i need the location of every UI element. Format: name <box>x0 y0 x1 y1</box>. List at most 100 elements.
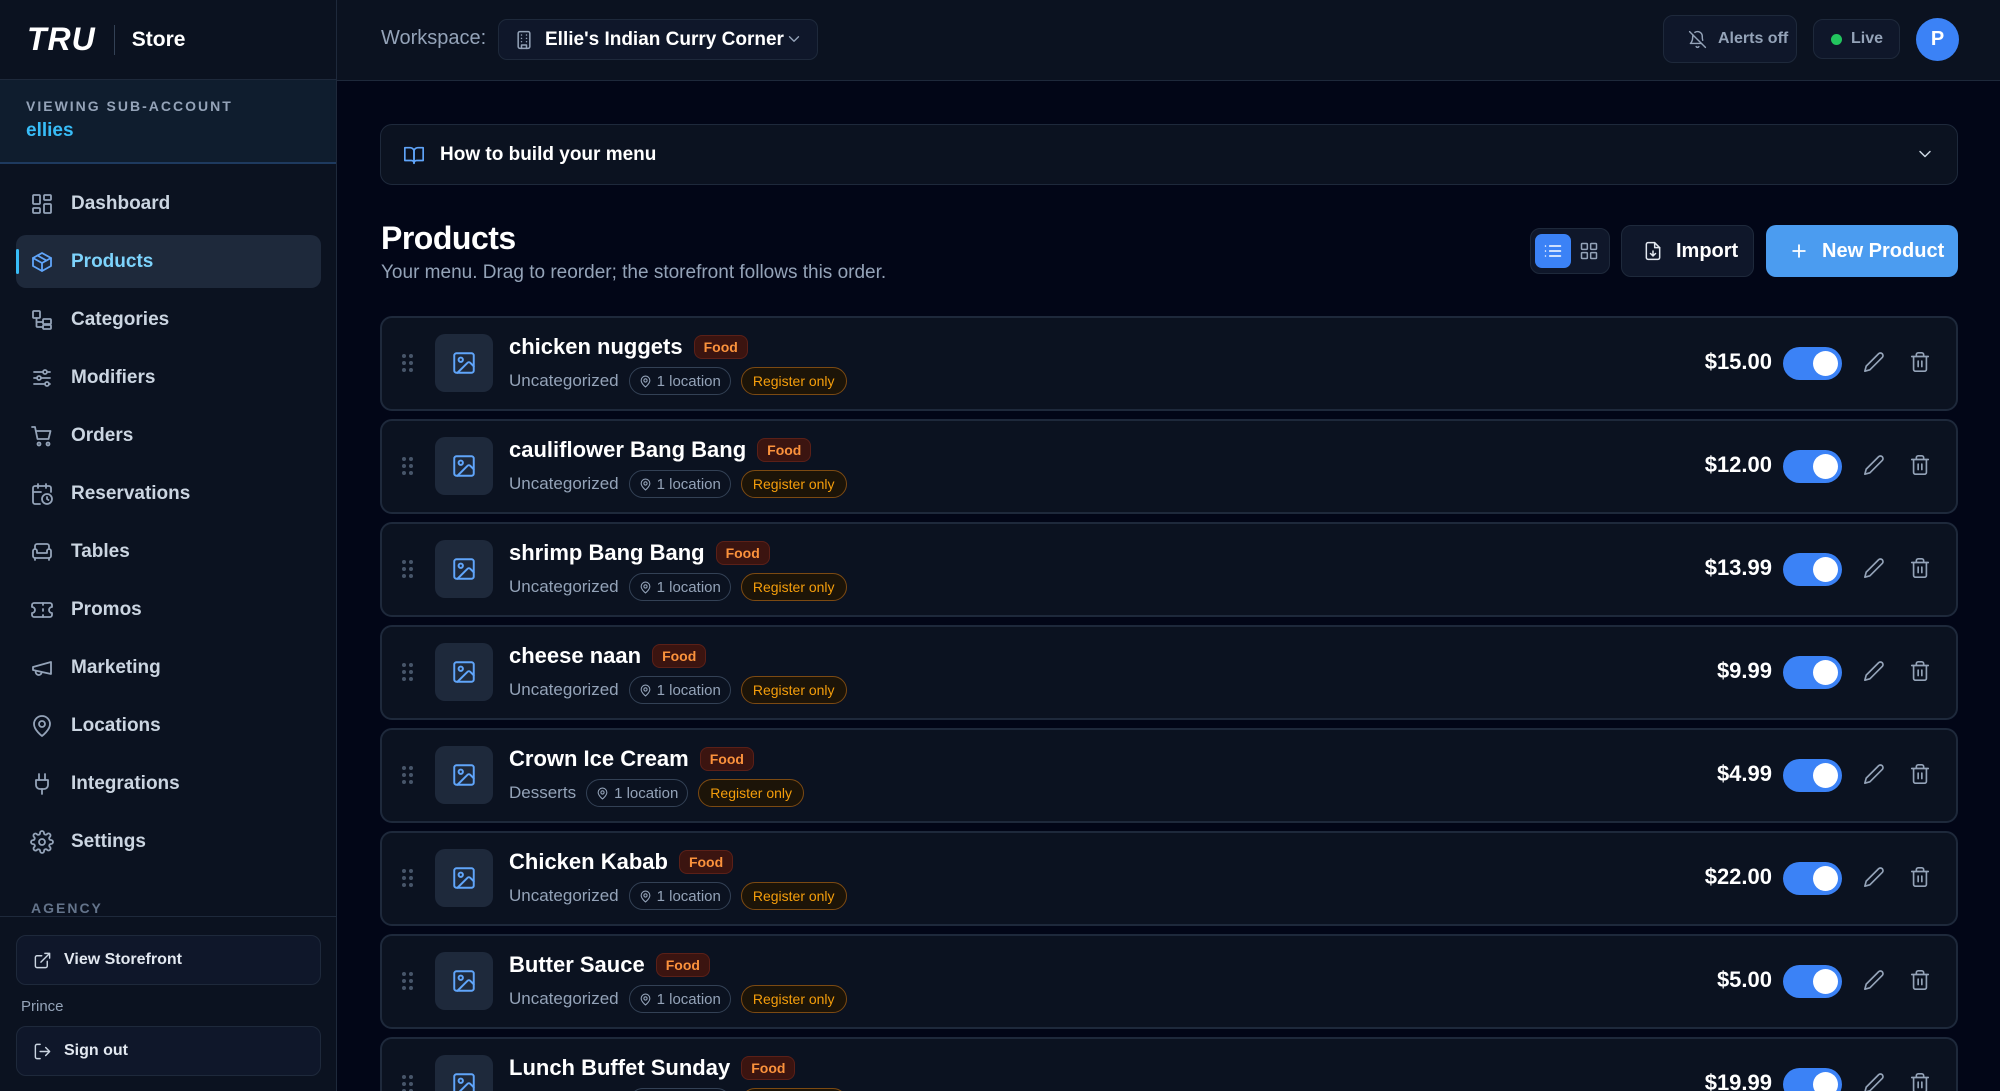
product-title: Chicken Kabab Food <box>509 849 734 875</box>
delete-product-button[interactable] <box>1909 454 1933 478</box>
alerts-toggle-button[interactable]: Alerts off <box>1663 15 1797 63</box>
drag-handle-icon[interactable] <box>402 457 413 475</box>
trash-icon <box>1910 970 1930 990</box>
chevron-down-icon <box>788 36 800 42</box>
sidebar-item-settings[interactable]: Settings <box>16 815 321 868</box>
product-name: cauliflower Bang Bang <box>509 437 747 462</box>
product-enabled-toggle[interactable] <box>1783 450 1842 483</box>
product-category: Uncategorized <box>509 371 619 390</box>
grid-view-button[interactable] <box>1571 234 1607 268</box>
edit-product-button[interactable] <box>1863 866 1887 890</box>
image-placeholder-icon[interactable] <box>435 746 493 804</box>
image-placeholder-icon[interactable] <box>435 334 493 392</box>
live-status-button[interactable]: Live <box>1813 19 1900 59</box>
pencil-icon <box>1864 970 1884 990</box>
image-placeholder-icon[interactable] <box>435 849 493 907</box>
product-enabled-toggle[interactable] <box>1783 965 1842 998</box>
image-placeholder-icon[interactable] <box>435 1055 493 1091</box>
drag-handle-icon[interactable] <box>402 972 413 990</box>
product-row[interactable]: Chicken Kabab Food Uncategorized 1 locat… <box>380 831 1958 926</box>
map-pin-icon <box>640 375 651 388</box>
new-product-button[interactable]: New Product <box>1766 225 1958 277</box>
sidebar-item-label: Integrations <box>71 772 180 794</box>
product-row[interactable]: chicken nuggets Food Uncategorized 1 loc… <box>380 316 1958 411</box>
ticket-icon <box>31 601 53 618</box>
view-storefront-button[interactable]: View Storefront <box>16 935 321 985</box>
location-count: 1 location <box>656 372 721 390</box>
edit-product-button[interactable] <box>1863 660 1887 684</box>
edit-product-button[interactable] <box>1863 351 1887 375</box>
product-row[interactable]: Lunch Buffet Sunday Food Uncategorized 1… <box>380 1037 1958 1091</box>
delete-product-button[interactable] <box>1909 1072 1933 1091</box>
edit-product-button[interactable] <box>1863 969 1887 993</box>
sidebar-item-categories[interactable]: Categories <box>16 293 321 346</box>
product-type-badge: Food <box>652 644 707 668</box>
product-row[interactable]: Butter Sauce Food Uncategorized 1 locati… <box>380 934 1958 1029</box>
product-row[interactable]: Crown Ice Cream Food Desserts 1 location… <box>380 728 1958 823</box>
workspace-label: Workspace: <box>381 27 487 49</box>
delete-product-button[interactable] <box>1909 557 1933 581</box>
edit-product-button[interactable] <box>1863 763 1887 787</box>
image-placeholder-icon[interactable] <box>435 643 493 701</box>
product-row[interactable]: cheese naan Food Uncategorized 1 locatio… <box>380 625 1958 720</box>
sidebar-item-promos[interactable]: Promos <box>16 583 321 636</box>
product-enabled-toggle[interactable] <box>1783 862 1842 895</box>
drag-handle-icon[interactable] <box>402 1075 413 1091</box>
delete-product-button[interactable] <box>1909 866 1933 890</box>
product-enabled-toggle[interactable] <box>1783 347 1842 380</box>
chevron-down-icon <box>1919 150 1931 158</box>
product-meta: Uncategorized 1 location Register only <box>509 882 847 910</box>
building-icon <box>517 30 531 49</box>
product-row[interactable]: shrimp Bang Bang Food Uncategorized 1 lo… <box>380 522 1958 617</box>
product-row[interactable]: cauliflower Bang Bang Food Uncategorized… <box>380 419 1958 514</box>
avatar[interactable]: P <box>1916 18 1959 61</box>
map-pin-icon <box>640 684 651 697</box>
sidebar-item-modifiers[interactable]: Modifiers <box>16 351 321 404</box>
workspace-selector[interactable]: Ellie's Indian Curry Corner <box>498 19 818 60</box>
sidebar-item-products[interactable]: Products <box>16 235 321 288</box>
drag-handle-icon[interactable] <box>402 354 413 372</box>
drag-handle-icon[interactable] <box>402 869 413 887</box>
sidebar-item-locations[interactable]: Locations <box>16 699 321 752</box>
sidebar-item-tables[interactable]: Tables <box>16 525 321 578</box>
delete-product-button[interactable] <box>1909 763 1933 787</box>
drag-handle-icon[interactable] <box>402 663 413 681</box>
drag-handle-icon[interactable] <box>402 766 413 784</box>
cart-icon <box>31 425 52 446</box>
delete-product-button[interactable] <box>1909 969 1933 993</box>
image-placeholder-icon[interactable] <box>435 437 493 495</box>
product-enabled-toggle[interactable] <box>1783 656 1842 689</box>
edit-product-button[interactable] <box>1863 557 1887 581</box>
delete-product-button[interactable] <box>1909 351 1933 375</box>
product-enabled-toggle[interactable] <box>1783 1068 1842 1091</box>
product-price: $15.00 <box>1704 349 1772 374</box>
edit-product-button[interactable] <box>1863 454 1887 478</box>
product-enabled-toggle[interactable] <box>1783 759 1842 792</box>
image-placeholder-icon[interactable] <box>435 540 493 598</box>
product-category: Uncategorized <box>509 474 619 493</box>
page-title: Products <box>381 220 516 256</box>
brand-divider <box>113 24 115 55</box>
drag-handle-icon[interactable] <box>402 560 413 578</box>
sidebar-item-integrations[interactable]: Integrations <box>16 757 321 810</box>
list-view-button[interactable] <box>1535 234 1571 268</box>
map-pin-icon <box>640 581 651 594</box>
import-button[interactable]: Import <box>1621 225 1754 277</box>
channel-badge: Register only <box>740 470 847 498</box>
product-list: chicken nuggets Food Uncategorized 1 loc… <box>380 316 1958 1091</box>
sign-out-button[interactable]: Sign out <box>16 1026 321 1076</box>
menu-guide-accordion[interactable]: How to build your menu <box>380 124 1958 185</box>
product-price: $13.99 <box>1704 555 1772 580</box>
image-placeholder-icon[interactable] <box>435 952 493 1010</box>
sidebar-item-reservations[interactable]: Reservations <box>16 467 321 520</box>
location-count: 1 location <box>656 681 721 699</box>
location-count: 1 location <box>614 784 679 802</box>
sidebar-item-dashboard[interactable]: Dashboard <box>16 177 321 230</box>
product-category: Uncategorized <box>509 989 619 1008</box>
edit-product-button[interactable] <box>1863 1072 1887 1091</box>
sidebar-item-orders[interactable]: Orders <box>16 409 321 462</box>
product-enabled-toggle[interactable] <box>1783 553 1842 586</box>
brand-logo[interactable]: TRU <box>27 21 96 58</box>
sidebar-item-marketing[interactable]: Marketing <box>16 641 321 694</box>
delete-product-button[interactable] <box>1909 660 1933 684</box>
